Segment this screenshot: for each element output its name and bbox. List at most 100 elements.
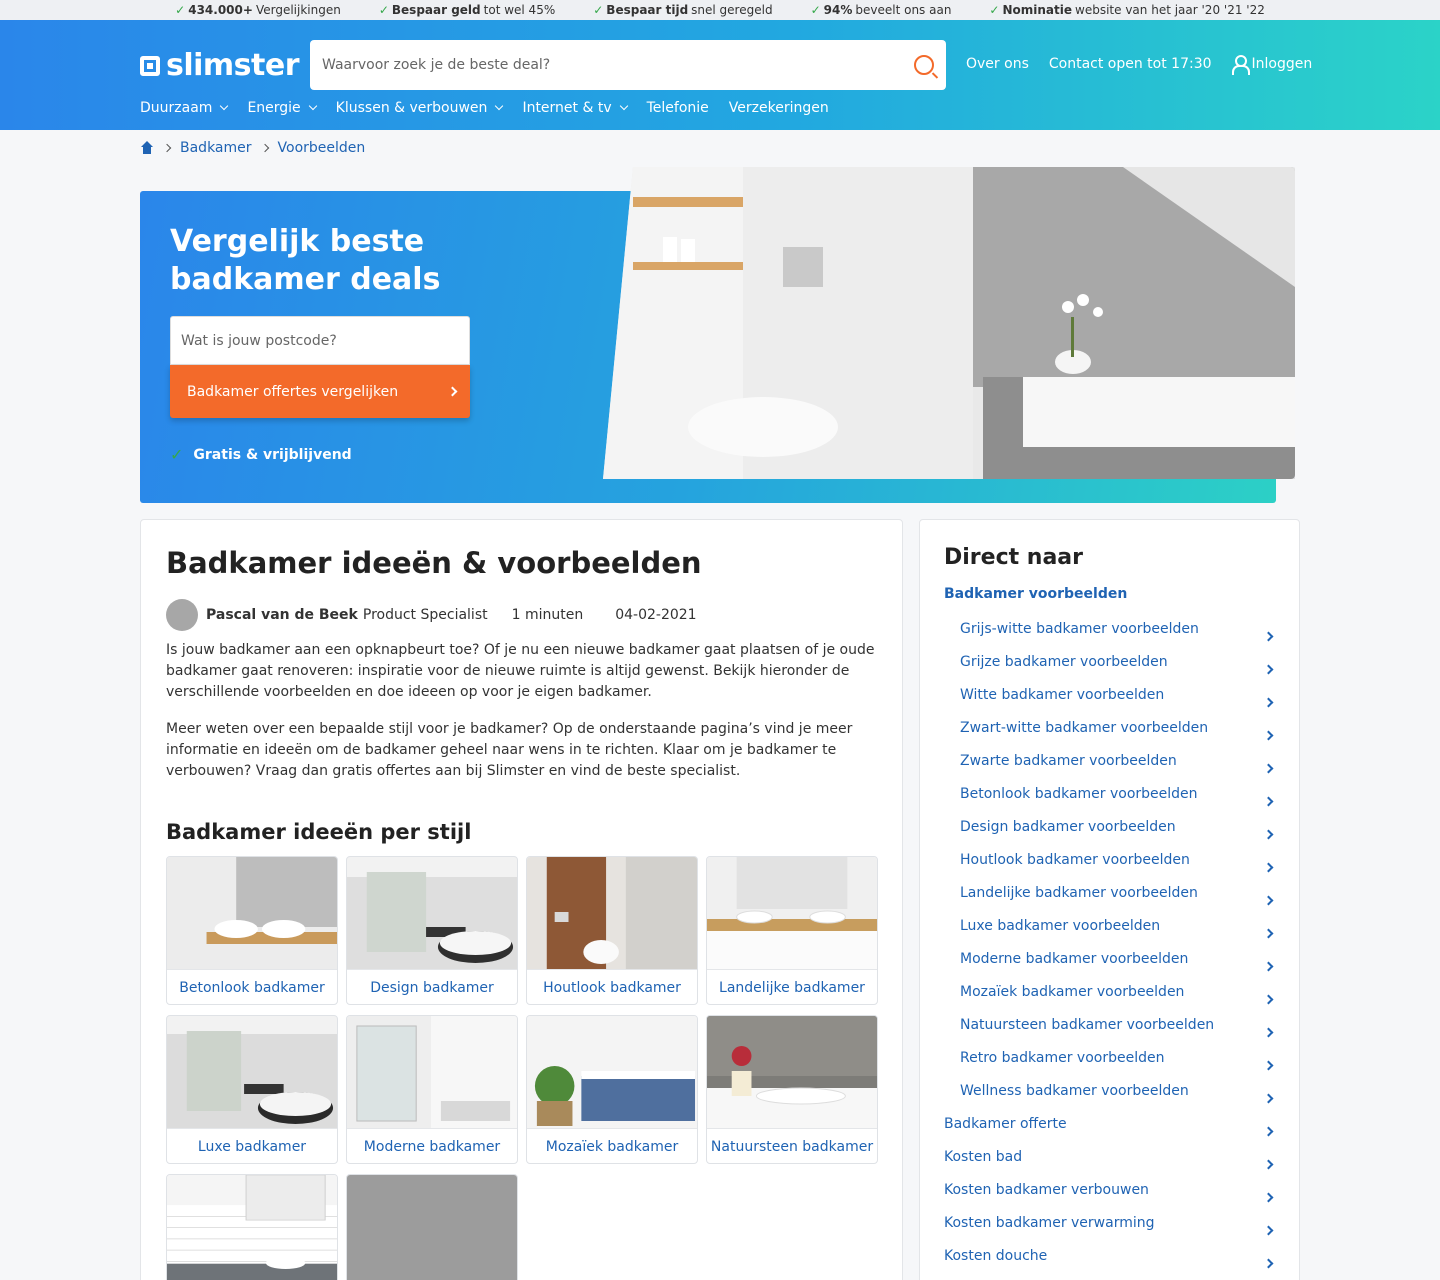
nav-item-energie[interactable]: Energie <box>247 100 317 116</box>
login-label: Inloggen <box>1251 56 1313 72</box>
style-tile-betonlook[interactable]: Betonlook badkamer <box>166 856 338 1005</box>
tile-image-placeholder <box>347 1175 517 1280</box>
hero-title: Vergelijk beste badkamer deals <box>170 224 441 297</box>
tile-image <box>527 857 697 969</box>
toc-item[interactable]: Zwart-witte badkamer voorbeelden <box>944 711 1274 744</box>
tile-label: Mozaïek badkamer <box>527 1128 697 1163</box>
style-tile-luxe[interactable]: Luxe badkamer <box>166 1015 338 1164</box>
style-tile-landelijk[interactable]: Landelijke badkamer <box>706 856 878 1005</box>
tile-label: Betonlook badkamer <box>167 969 337 1004</box>
check-icon: ✓ <box>810 3 821 17</box>
toc-item-label: Zwart-witte badkamer voorbeelden <box>960 719 1209 736</box>
style-tile-subway[interactable] <box>166 1174 338 1280</box>
nav-label: Internet & tv <box>522 100 612 116</box>
style-tile-modern[interactable]: Moderne badkamer <box>346 1015 518 1164</box>
toc-item-label: Landelijke badkamer voorbeelden <box>960 884 1198 901</box>
style-tile-design[interactable]: Design badkamer <box>346 856 518 1005</box>
read-time: 1 minuten <box>511 607 584 623</box>
check-icon: ✓ <box>593 3 604 17</box>
chevron-right-icon <box>1263 994 1274 1005</box>
intro-text: Is jouw badkamer aan een opknapbeurt toe… <box>166 640 878 798</box>
nav-label: Energie <box>247 100 301 116</box>
check-icon: ✓ <box>170 445 184 464</box>
chevron-down-icon <box>308 101 317 111</box>
toc-item[interactable]: Natuursteen badkamer voorbeelden <box>944 1008 1274 1041</box>
styles-section-title: Badkamer ideeën per stijl <box>166 820 472 844</box>
home-icon[interactable] <box>140 141 154 154</box>
tile-label: Houtlook badkamer <box>527 969 697 1004</box>
tile-label: Landelijke badkamer <box>707 969 877 1004</box>
usp-item: ✓ 94% beveelt ons aan <box>810 3 952 17</box>
toc-item[interactable]: Luxe badkamer voorbeelden <box>944 909 1274 942</box>
chevron-right-icon <box>1263 1159 1274 1170</box>
tile-image <box>527 1016 697 1128</box>
login-link[interactable]: Inloggen <box>1231 55 1313 75</box>
toc-title: Direct naar <box>944 545 1083 570</box>
article-card: Badkamer ideeën & voorbeelden Pascal van… <box>140 519 903 1280</box>
toc-item-label: Zwarte badkamer voorbeelden <box>960 752 1177 769</box>
logo[interactable]: slimster <box>140 48 300 83</box>
logo-mark-icon <box>140 55 160 76</box>
chevron-right-icon <box>1263 664 1274 675</box>
toc-item[interactable]: Houtlook badkamer voorbeelden <box>944 843 1274 876</box>
search-bar <box>310 40 946 90</box>
toc-item[interactable]: Design badkamer voorbeelden <box>944 810 1274 843</box>
free-badge: ✓ Gratis & vrijblijvend <box>170 445 352 464</box>
style-tile-placeholder[interactable] <box>346 1174 518 1280</box>
toc-item-label: Kosten badkamer verbouwen <box>944 1181 1149 1198</box>
toc-item-label: Kosten douche <box>944 1247 1048 1264</box>
about-link[interactable]: Over ons <box>966 56 1029 72</box>
toc-item-label: Betonlook badkamer voorbeelden <box>960 785 1198 802</box>
intro-paragraph: Is jouw badkamer aan een opknapbeurt toe… <box>166 642 875 700</box>
tile-label: Natuursteen badkamer <box>707 1128 877 1163</box>
contact-link[interactable]: Contact open tot 17:30 <box>1049 56 1212 72</box>
check-icon: ✓ <box>989 3 1000 17</box>
search-icon[interactable] <box>914 55 934 75</box>
nav-item-internet[interactable]: Internet & tv <box>522 100 628 116</box>
breadcrumb-voorbeelden[interactable]: Voorbeelden <box>278 140 366 156</box>
toc-active-item[interactable]: Badkamer voorbeelden <box>944 586 1127 602</box>
postcode-input[interactable] <box>170 316 470 365</box>
style-tile-natuursteen[interactable]: Natuursteen badkamer <box>706 1015 878 1164</box>
toc-item[interactable]: Witte badkamer voorbeelden <box>944 678 1274 711</box>
nav-label: Verzekeringen <box>728 100 829 116</box>
tile-image <box>167 1175 337 1280</box>
compare-quotes-button[interactable]: Badkamer offertes vergelijken <box>170 365 470 418</box>
compare-quotes-label: Badkamer offertes vergelijken <box>187 383 399 400</box>
toc-item-label: Mozaïek badkamer voorbeelden <box>960 983 1185 1000</box>
nav-item-duurzaam[interactable]: Duurzaam <box>140 100 229 116</box>
toc-item-label: Moderne badkamer voorbeelden <box>960 950 1189 967</box>
publish-date: 04-02-2021 <box>615 607 697 623</box>
toc-item[interactable]: Wellness badkamer voorbeelden <box>944 1074 1274 1107</box>
style-tile-mozaiek[interactable]: Mozaïek badkamer <box>526 1015 698 1164</box>
toc-item[interactable]: Grijze badkamer voorbeelden <box>944 645 1274 678</box>
toc-item[interactable]: Retro badkamer voorbeelden <box>944 1041 1274 1074</box>
toc-item[interactable]: Kosten badkamer verwarming <box>944 1206 1274 1239</box>
toc-item[interactable]: Moderne badkamer voorbeelden <box>944 942 1274 975</box>
toc-item[interactable]: Grijs-witte badkamer voorbeelden <box>944 612 1274 645</box>
nav-item-verzekeringen[interactable]: Verzekeringen <box>729 100 829 116</box>
toc-item[interactable]: Badkamer offerte <box>944 1107 1274 1140</box>
toc-item[interactable]: Landelijke badkamer voorbeelden <box>944 876 1274 909</box>
breadcrumb: Badkamer Voorbeelden <box>140 140 365 156</box>
toc-item[interactable]: Kosten bad <box>944 1140 1274 1173</box>
nav-item-klussen[interactable]: Klussen & verbouwen <box>336 100 504 116</box>
search-input[interactable] <box>322 57 914 73</box>
toc-item[interactable]: Kosten douche <box>944 1239 1274 1272</box>
nav-label: Telefonie <box>646 100 709 116</box>
toc-item-label: Design badkamer voorbeelden <box>960 818 1176 835</box>
author-row: Pascal van de Beek Product Specialist 1 … <box>166 599 697 631</box>
chevron-right-icon <box>1263 697 1274 708</box>
tile-label: Moderne badkamer <box>347 1128 517 1163</box>
nav-item-telefonie[interactable]: Telefonie <box>647 100 709 116</box>
usp-item: ✓ Nominatie website van het jaar '20 '21 … <box>989 3 1265 17</box>
toc-item-label: Kosten bad <box>944 1148 1023 1165</box>
breadcrumb-badkamer[interactable]: Badkamer <box>180 140 252 156</box>
toc-item[interactable]: Mozaïek badkamer voorbeelden <box>944 975 1274 1008</box>
toc-item[interactable]: Zwarte badkamer voorbeelden <box>944 744 1274 777</box>
tile-image <box>707 1016 877 1128</box>
toc-item[interactable]: Kosten badkamer verbouwen <box>944 1173 1274 1206</box>
toc-item[interactable]: Betonlook badkamer voorbeelden <box>944 777 1274 810</box>
style-tile-houtlook[interactable]: Houtlook badkamer <box>526 856 698 1005</box>
chevron-right-icon <box>1263 829 1274 840</box>
